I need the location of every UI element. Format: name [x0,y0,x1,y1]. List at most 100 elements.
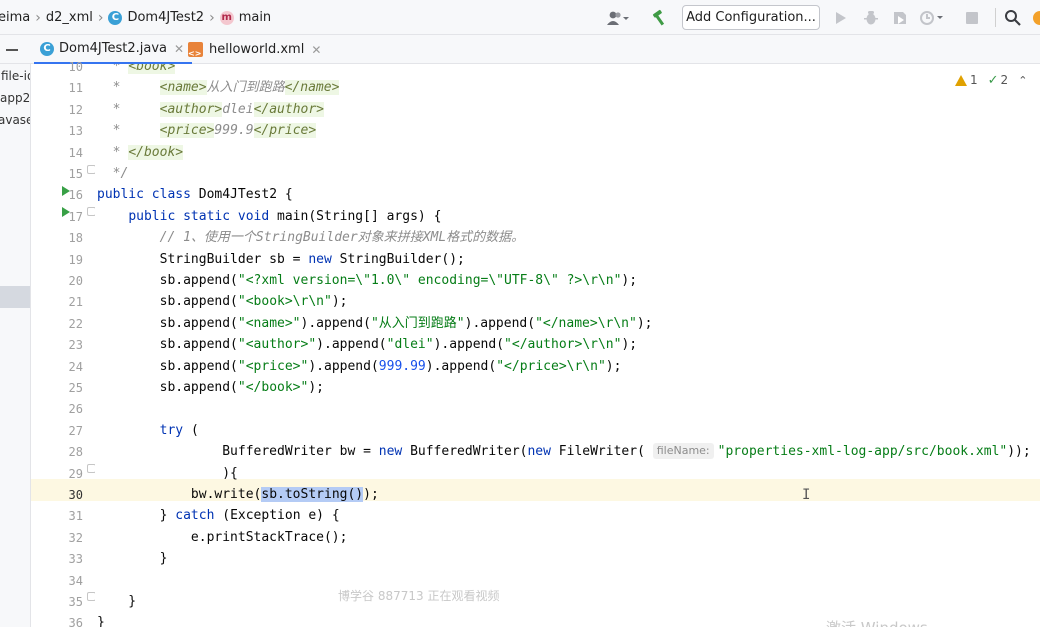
code-token: ).append( [316,337,387,353]
collapse-icon[interactable] [6,35,26,64]
close-icon[interactable]: ✕ [174,42,184,56]
line-number: 13 [68,124,83,139]
code-line: sb.append("<book>\r\n"); [97,291,348,313]
code-line: * </book> [97,142,184,164]
check-icon: ✓ [987,72,999,88]
add-configuration-button[interactable]: Add Configuration... [682,5,820,30]
code-line: ){ [97,463,238,485]
code-token: ).append( [425,358,497,374]
code-line: } [97,591,136,613]
project-panel: file-io app2 avase [0,64,31,627]
project-item[interactable]: app2 [0,91,30,105]
code-editor[interactable]: * <book> * <name>从入门到跑路</name> * <author… [95,64,1040,627]
line-number: 29 [68,466,83,481]
run-icon[interactable] [830,0,852,35]
code-token: (Exception e) { [222,508,340,524]
breadcrumb-method[interactable]: m main [219,10,272,25]
breadcrumb-class-label: Dom4JTest2 [127,10,205,25]
code-token: e.printStackTrace(); [97,529,348,545]
debug-icon[interactable] [859,0,883,35]
line-number: 19 [68,252,83,267]
code-token: StringBuilder sb = [97,251,309,267]
coverage-icon[interactable] [888,0,912,35]
code-token: "</book>" [237,380,309,395]
code-line: * <author>dlei</author> [97,99,325,121]
run-class-icon[interactable] [62,186,70,196]
code-token: </book> [128,144,184,160]
code-token: sb.toString() [261,487,364,502]
line-number: 24 [68,359,83,374]
code-token: "properties-xml-log-app/src/book.xml" [717,444,1008,460]
code-token: sb.append( [97,380,238,395]
project-item[interactable]: file-io [1,69,30,83]
code-token: ).append( [433,337,505,353]
code-token: "从入门到跑路" [370,315,465,331]
code-token: "<price>" [237,358,309,374]
code-token: ).append( [464,315,536,331]
code-token: * [97,123,160,139]
code-token: public class [97,187,199,203]
code-token: * [97,101,160,117]
mouse-text-cursor: I [802,487,811,503]
line-number: 18 [68,231,83,246]
code-line: // 1、使用一个StringBuilder对象来拼接XML格式的数据。 [97,227,525,249]
code-line: } [97,548,168,570]
code-token: )); [1007,444,1031,460]
inspection-widget[interactable]: 1 ✓ 2 ⌃ [955,71,1027,89]
code-line: StringBuilder sb = new StringBuilder(); [97,249,465,271]
line-number: 16 [68,188,83,203]
run-main-icon[interactable] [62,207,70,217]
line-number: 35 [68,595,83,609]
profile-icon[interactable] [916,0,948,35]
code-token: sb.append( [97,337,238,353]
code-token: new [527,444,559,460]
breadcrumb-project[interactable]: eima [0,10,30,25]
stop-icon[interactable] [961,0,983,35]
line-number: 20 [68,274,83,288]
code-token: "</name>\r\n" [535,315,637,331]
line-number: 22 [68,316,83,331]
build-hammer-icon[interactable] [647,0,673,35]
tab-helloworld-xml[interactable]: helloworld.xml ✕ [186,35,327,64]
code-line: } catch (Exception e) { [97,505,340,527]
code-line: sb.append("<price>").append(999.99).appe… [97,356,622,378]
code-token: <book> [128,64,176,74]
code-token: bw.write( [97,487,262,502]
user-icon[interactable] [602,0,634,35]
update-icon[interactable] [1030,0,1040,35]
breadcrumb-method-label: main [238,10,272,25]
navigation-bar: eima › d2_xml › C Dom4JTest2 › m main Ad… [0,0,1040,35]
activate-windows-notice: 激活 Windows [826,617,928,627]
chevron-up-icon[interactable]: ⌃ [1018,74,1027,87]
parameter-hint: fileName: [652,443,714,460]
code-token: "dlei" [386,337,434,353]
code-token: <name> [159,80,207,96]
code-token: </price> [253,123,317,139]
code-token: "<author>" [237,337,317,353]
line-number: 26 [68,402,83,417]
code-token: // 1、使用一个StringBuilder对象来拼接XML格式的数据。 [159,230,525,246]
xml-file-icon [188,42,203,58]
chevron-right-icon: › [97,9,104,26]
code-token: */ [97,166,129,181]
editor-gutter: 10 11 12 13 14 15 16 17 18 19 20 21 22 23 24 25 26 27 28 29… [31,60,96,627]
line-number: 11 [68,81,83,96]
line-number: 27 [68,423,83,438]
code-token: "<?xml version=\"1.0\" encoding=\"UTF-8\… [237,273,622,288]
breadcrumb-class[interactable]: C Dom4JTest2 [108,10,204,25]
line-number: 15 [68,167,83,181]
code-line: * <book> [97,64,176,78]
code-token: BufferedWriter( [410,444,528,460]
close-icon[interactable]: ✕ [311,43,321,57]
project-selection-highlight [0,286,30,308]
code-line: sb.append("<?xml version=\"1.0\" encodin… [97,270,637,292]
code-token: <author> [159,101,223,117]
code-line: e.printStackTrace(); [97,527,348,549]
project-item[interactable]: avase [0,113,30,127]
code-token: FileWriter( [558,444,653,460]
breadcrumb-module[interactable]: d2_xml [46,10,93,25]
weak-warning-count: 2 [1000,73,1009,87]
search-icon[interactable] [1000,0,1024,35]
line-number: 36 [68,616,83,627]
